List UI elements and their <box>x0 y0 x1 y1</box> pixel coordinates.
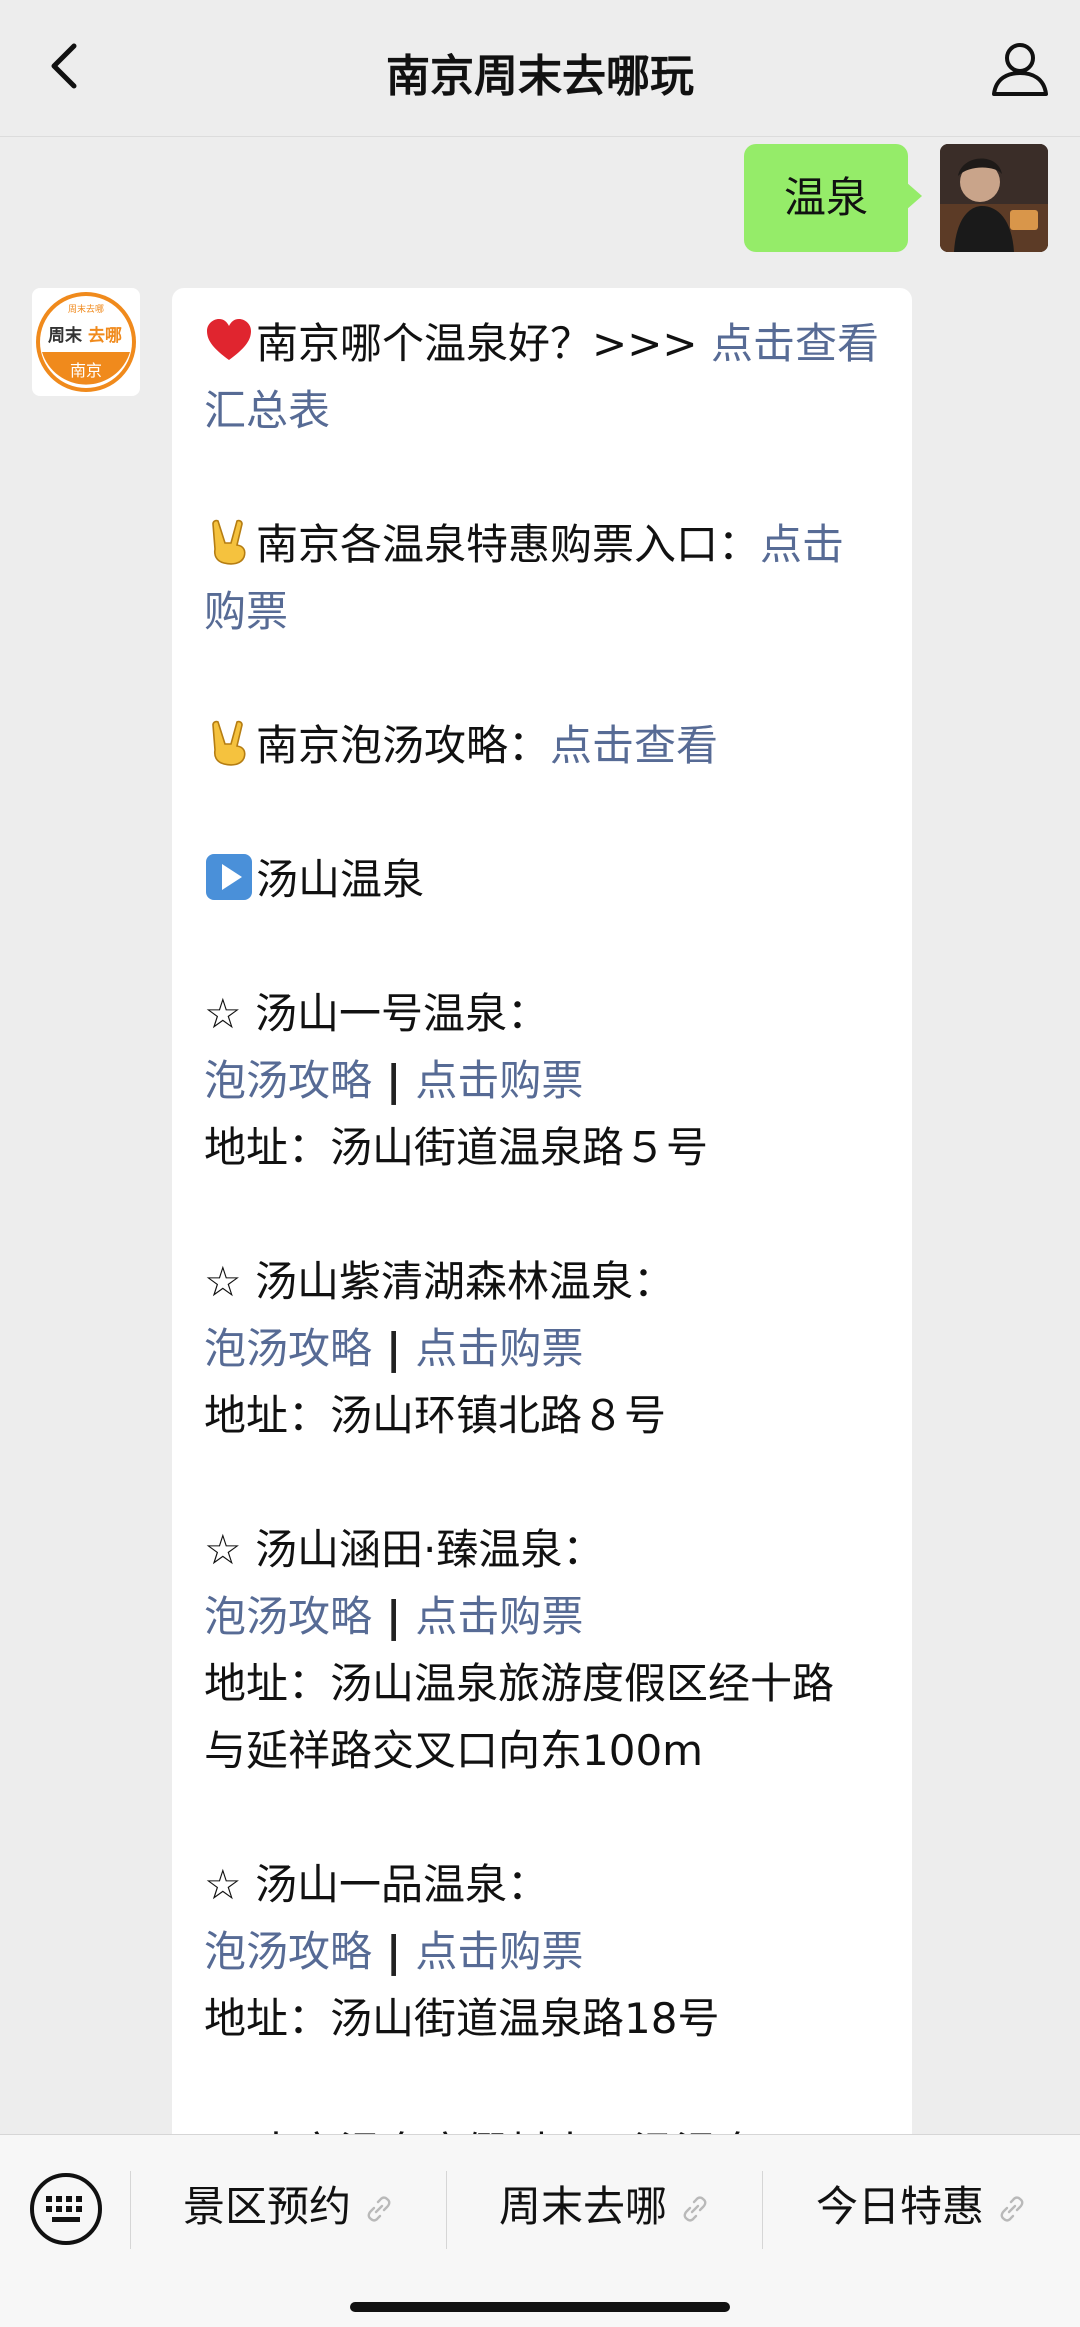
link-icon <box>683 2196 707 2222</box>
buy-link-cont[interactable]: 购票 <box>204 578 878 645</box>
link-icon <box>367 2196 391 2222</box>
incoming-message: 南京哪个温泉好？>>> 点击查看 汇总表 南京各温泉特惠购票入口：点击 购票 南… <box>172 288 912 2148</box>
menu-item-label: 今日特惠 <box>815 2182 984 2231</box>
summary-link[interactable]: 点击查看 <box>711 319 879 368</box>
strategy-link[interactable]: 泡汤攻略 <box>204 1927 372 1976</box>
buy-ticket-link[interactable]: 点击购票 <box>415 1927 583 1976</box>
person-icon[interactable] <box>988 36 1052 100</box>
spot-name: ☆ 汤山一号温泉： <box>204 989 550 1038</box>
logo-text-a: 周末 <box>48 325 83 346</box>
buy-ticket-link[interactable]: 点击购票 <box>415 1324 583 1373</box>
spot-links: 泡汤攻略 | 点击购票 <box>204 1918 878 1985</box>
strategy-link[interactable]: 泡汤攻略 <box>204 1056 372 1105</box>
outgoing-message[interactable]: 温泉 <box>743 144 923 252</box>
brand-logo: 周末去哪 周末 去哪 南京 <box>36 292 136 392</box>
strategy-link[interactable]: 泡汤攻略 <box>204 1592 372 1641</box>
menu-item-label: 景区预约 <box>182 2182 351 2231</box>
buy-ticket-link[interactable]: 点击购票 <box>415 1056 583 1105</box>
home-indicator[interactable] <box>350 2302 730 2312</box>
separator: | <box>386 1056 402 1105</box>
spot-address: 地址：汤山街道温泉路５号 <box>204 1123 709 1172</box>
intro-text: 南京哪个温泉好？>>> <box>256 319 711 368</box>
strategy-link[interactable]: 泡汤攻略 <box>204 1324 372 1373</box>
keyboard-icon[interactable] <box>28 2171 104 2247</box>
victory-hand-icon <box>212 519 246 565</box>
logo-tiny-text: 周末去哪 <box>68 303 104 315</box>
star-icon: ☆ <box>204 1257 242 1306</box>
victory-hand-icon <box>212 720 246 766</box>
buy-text: 南京各温泉特惠购票入口： <box>256 520 761 569</box>
spot-links: 泡汤攻略 | 点击购票 <box>204 1583 878 1650</box>
spot-links: 泡汤攻略 | 点击购票 <box>204 1315 878 1382</box>
account-menu-bar: 景区预约 周末去哪 今日特惠 <box>0 2134 1080 2327</box>
spot-address: 地址：汤山温泉旅游度假区经十路 <box>204 1659 835 1708</box>
menu-item-weekend[interactable]: 周末去哪 <box>446 2157 762 2257</box>
heart-icon <box>207 319 251 360</box>
spot-links: 泡汤攻略 | 点击购票 <box>204 1047 878 1114</box>
nav-bar: 南京周末去哪玩 <box>0 0 1080 137</box>
star-icon: ☆ <box>204 1860 242 1909</box>
summary-link-cont[interactable]: 汇总表 <box>204 377 878 444</box>
menu-item-scenic-booking[interactable]: 景区预约 <box>130 2157 446 2257</box>
spot-address: 地址：汤山环镇北路８号 <box>204 1391 667 1440</box>
official-account-avatar[interactable]: 周末去哪 周末 去哪 南京 <box>32 288 140 396</box>
user-avatar-photo <box>940 144 1048 252</box>
separator: | <box>386 1592 402 1641</box>
spot-name: ☆ 汤山一品温泉： <box>204 1860 550 1909</box>
link-icon <box>1000 2196 1024 2222</box>
logo-text-b: 去哪 <box>88 325 122 346</box>
guide-text: 南京泡汤攻略： <box>256 721 551 770</box>
section-title: 汤山温泉 <box>204 846 878 913</box>
spot-address-cont: 与延祥路交叉口向东100m <box>204 1726 704 1775</box>
buy-line: 南京各温泉特惠购票入口：点击 <box>204 511 878 578</box>
separator: | <box>386 1927 402 1976</box>
buy-ticket-link[interactable]: 点击购票 <box>415 1592 583 1641</box>
guide-line: 南京泡汤攻略：点击查看 <box>204 712 878 779</box>
spot-name: ☆ 汤山涵田·臻温泉： <box>204 1525 605 1574</box>
logo-city-text: 南京 <box>70 361 102 380</box>
page-title: 南京周末去哪玩 <box>386 51 694 102</box>
menu-item-daily-deals[interactable]: 今日特惠 <box>762 2157 1080 2257</box>
intro-line: 南京哪个温泉好？>>> 点击查看 <box>204 310 879 377</box>
star-icon: ☆ <box>204 989 242 1038</box>
outgoing-message-text: 温泉 <box>783 173 868 222</box>
buy-link[interactable]: 点击 <box>760 520 844 569</box>
section-title-text: 汤山温泉 <box>256 855 425 904</box>
user-avatar[interactable] <box>940 144 1048 252</box>
spot-address: 地址：汤山街道温泉路18号 <box>204 1994 720 2043</box>
menu-item-label: 周末去哪 <box>498 2182 667 2231</box>
separator: | <box>386 1324 402 1373</box>
star-icon: ☆ <box>204 1525 242 1574</box>
guide-link[interactable]: 点击查看 <box>550 721 718 770</box>
spot-name: ☆ 汤山紫清湖森林温泉： <box>204 1257 676 1306</box>
play-button-icon <box>206 854 252 900</box>
